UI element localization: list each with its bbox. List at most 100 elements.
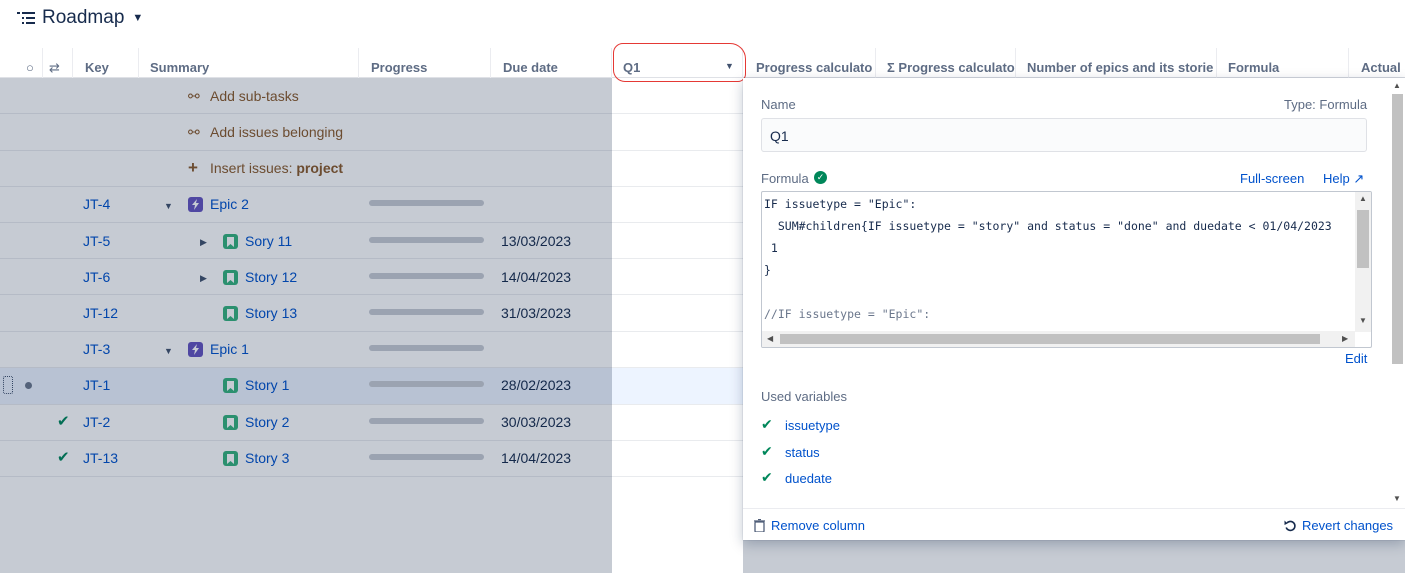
row-status-dot xyxy=(25,382,32,389)
type-label: Type: Formula xyxy=(1284,97,1368,112)
annotation-highlight xyxy=(613,43,746,82)
epic-icon xyxy=(188,197,203,212)
remove-column-button[interactable]: Remove column xyxy=(754,518,865,533)
variable-link[interactable]: status xyxy=(785,445,820,460)
row-divider xyxy=(0,331,743,332)
editor-vertical-scrollbar[interactable]: ▲ ▼ xyxy=(1355,192,1371,332)
story-icon xyxy=(223,451,238,466)
issue-key[interactable]: JT-2 xyxy=(83,414,110,430)
modal-backdrop-left xyxy=(0,78,612,573)
expand-toggle-icon[interactable]: ▶ xyxy=(200,237,207,248)
edit-link[interactable]: Edit xyxy=(1345,351,1367,366)
drag-handle-icon[interactable] xyxy=(3,376,13,394)
editor-horizontal-scrollbar[interactable]: ◀ ▶ xyxy=(762,331,1355,347)
row-divider xyxy=(0,186,743,187)
check-icon: ✔ xyxy=(761,469,773,485)
issue-summary[interactable]: Story 12 xyxy=(245,269,297,285)
issue-summary[interactable]: Sory 11 xyxy=(245,233,292,249)
progress-bar xyxy=(369,418,484,424)
add-subtasks-label: Add sub-tasks xyxy=(210,88,299,104)
code-line: SUM#children{IF issuetype = "story" and … xyxy=(764,219,1332,233)
progress-bar xyxy=(369,237,484,243)
progress-bar xyxy=(369,273,484,279)
code-line: IF issuetype = "Epic": xyxy=(764,197,917,211)
progress-bar xyxy=(369,309,484,315)
story-icon xyxy=(223,234,238,249)
view-switcher[interactable]: Roadmap ▼ xyxy=(17,7,143,29)
due-date: 31/03/2023 xyxy=(501,305,572,321)
done-check-icon: ✔ xyxy=(57,413,70,430)
check-icon: ✔ xyxy=(761,416,773,432)
variable-link[interactable]: duedate xyxy=(785,471,832,486)
story-icon xyxy=(223,378,238,393)
issue-summary[interactable]: Story 1 xyxy=(245,377,289,393)
collapse-toggle-icon[interactable]: ▼ xyxy=(164,346,173,356)
due-date: 30/03/2023 xyxy=(501,414,572,430)
chevron-down-icon: ▼ xyxy=(132,12,144,24)
variable-link[interactable]: issuetype xyxy=(785,418,840,433)
issue-summary[interactable]: Story 2 xyxy=(245,414,289,430)
progress-bar xyxy=(369,454,484,460)
check-icon: ✔ xyxy=(761,443,773,459)
expand-toggle-icon[interactable]: ▶ xyxy=(200,273,207,284)
column-header-progress[interactable]: Progress xyxy=(359,48,491,78)
due-date: 28/02/2023 xyxy=(501,377,572,393)
issue-key[interactable]: JT-4 xyxy=(83,196,110,212)
revert-changes-label: Revert changes xyxy=(1302,518,1394,533)
issue-key[interactable]: JT-12 xyxy=(83,305,118,321)
modal-backdrop-bottom xyxy=(743,540,1405,573)
progress-bar xyxy=(369,200,484,206)
used-variables-label: Used variables xyxy=(761,389,847,404)
collapse-toggle-icon[interactable]: ▼ xyxy=(164,201,173,211)
story-icon xyxy=(223,415,238,430)
issue-summary[interactable]: Epic 1 xyxy=(210,341,249,357)
formula-editor[interactable]: IF issuetype = "Epic": SUM#children{IF i… xyxy=(761,191,1372,348)
column-header-progress-calculator[interactable]: Progress calculato xyxy=(743,48,876,78)
issue-summary[interactable]: Story 13 xyxy=(245,305,297,321)
plus-icon: + xyxy=(188,158,198,177)
insert-issues-label: Insert issues: project xyxy=(210,160,344,176)
column-header-key[interactable]: Key xyxy=(73,48,139,78)
epic-icon xyxy=(188,342,203,357)
issue-key[interactable]: JT-1 xyxy=(83,377,110,393)
column-header-actual[interactable]: Actual xyxy=(1349,48,1405,78)
issue-summary[interactable]: Story 3 xyxy=(245,450,289,466)
link-icon: ⚯ xyxy=(188,88,200,104)
select-all-icon[interactable]: ○ xyxy=(20,48,43,78)
row-divider xyxy=(0,113,743,114)
progress-bar xyxy=(369,381,484,387)
code-line: //IF issuetype = "Epic": xyxy=(764,307,931,321)
panel-scrollbar[interactable]: ▲ ▼ xyxy=(1388,78,1405,508)
row-divider xyxy=(0,440,743,441)
row-divider xyxy=(0,150,743,151)
link-icon: ⚯ xyxy=(188,124,200,140)
issue-key[interactable]: JT-6 xyxy=(83,269,110,285)
issue-key[interactable]: JT-13 xyxy=(83,450,118,466)
fullscreen-link[interactable]: Full-screen xyxy=(1240,171,1304,186)
code-line: } xyxy=(764,263,771,277)
due-date: 13/03/2023 xyxy=(501,233,572,249)
revert-changes-button[interactable]: Revert changes xyxy=(1284,518,1393,533)
column-header-summary[interactable]: Summary xyxy=(139,48,359,78)
row-divider xyxy=(0,294,743,295)
issue-key[interactable]: JT-3 xyxy=(83,341,110,357)
row-divider xyxy=(0,258,743,259)
column-header-sum-progress-calculator[interactable]: Σ Progress calculato xyxy=(876,48,1016,78)
column-header-formula[interactable]: Formula xyxy=(1217,48,1349,78)
valid-check-icon: ✓ xyxy=(814,171,827,184)
help-link[interactable]: Help ↗ xyxy=(1323,171,1364,187)
column-header-number-of-epics[interactable]: Number of epics and its storie xyxy=(1016,48,1217,78)
issue-key[interactable]: JT-5 xyxy=(83,233,110,249)
column-name-input[interactable]: Q1 xyxy=(761,118,1367,152)
swap-icon[interactable]: ⇄ xyxy=(43,48,73,78)
due-date: 14/04/2023 xyxy=(501,269,572,285)
page-title: Roadmap xyxy=(42,7,125,28)
title-bar: Roadmap ▼ xyxy=(0,0,1405,48)
formula-label: Formula xyxy=(761,171,809,186)
column-header-due-date[interactable]: Due date xyxy=(491,48,612,78)
column-config-panel: Name Type: Formula Q1 Formula ✓ Full-scr… xyxy=(743,78,1405,540)
row-divider xyxy=(0,476,743,477)
structure-icon xyxy=(17,12,35,24)
due-date: 14/04/2023 xyxy=(501,450,572,466)
issue-summary[interactable]: Epic 2 xyxy=(210,196,249,212)
